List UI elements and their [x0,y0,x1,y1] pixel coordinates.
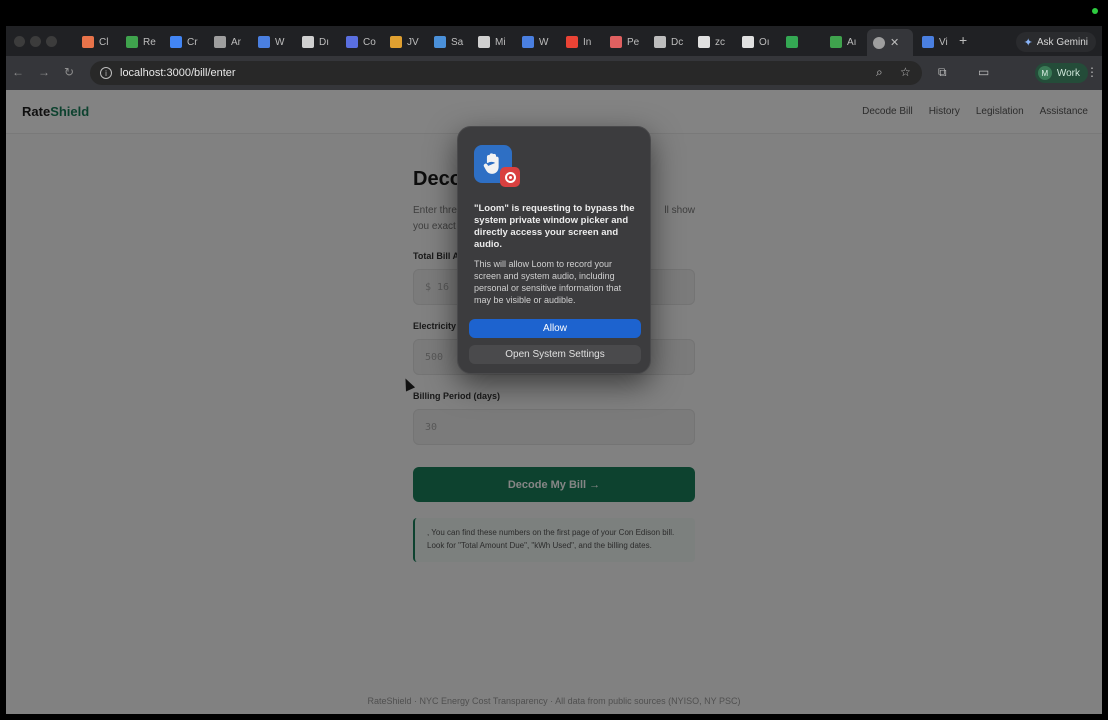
tab-label: Re [143,36,156,48]
browser-tab[interactable]: Co [340,31,376,53]
extensions-icon[interactable]: ⧉ [938,65,947,80]
browser-toolbar: ← → ↻ i localhost:3000/bill/enter ⌕ ☆ ⧉ … [6,56,1102,90]
tab-active[interactable]: ✕ [867,29,913,56]
tab-favicon-icon [610,36,622,48]
site-info-icon[interactable]: i [100,67,112,79]
zoom-icon[interactable]: ⌕ [876,65,883,80]
tab-favicon-icon [522,36,534,48]
tab-label: Pe [627,36,640,48]
bookmark-star-icon[interactable]: ☆ [900,65,911,79]
tab-label: Cr [187,36,198,48]
tab-favicon-icon [82,36,94,48]
browser-tab[interactable]: JV [384,31,419,53]
tab-strip: Cl Re Cr Ar W Dı Co JV Sa Mi W In Pe Dc zc Oı Aı Vi ✕ + ✦… [6,26,1102,56]
tab-label: Ar [231,36,241,48]
profile-button[interactable]: M Work [1034,63,1088,83]
browser-tab[interactable]: Vi [916,31,948,53]
browser-tab[interactable]: Cl [76,31,108,53]
browser-tab[interactable]: Aı [824,31,856,53]
tab-favicon-icon [786,36,798,48]
close-tab-icon[interactable]: ✕ [890,36,899,49]
tab-label: Sa [451,36,464,48]
allow-button[interactable]: Allow [469,319,641,338]
browser-tab[interactable]: zc [692,31,725,53]
browser-tab[interactable]: Dc [648,31,683,53]
ask-gemini-button[interactable]: ✦ Ask Gemini [1015,32,1096,52]
tab-label: In [583,36,592,48]
maximize-window-icon[interactable] [46,36,57,47]
ask-gemini-label: Ask Gemini [1036,36,1088,48]
browser-tab[interactable]: Cr [164,31,198,53]
browser-tab[interactable]: Mi [472,31,506,53]
minimize-window-icon[interactable] [30,36,41,47]
browser-tab[interactable]: Sa [428,31,463,53]
browser-chrome: Cl Re Cr Ar W Dı Co JV Sa Mi W In Pe Dc zc Oı Aı Vi ✕ + ✦… [6,26,1102,90]
browser-tab[interactable]: Oı [736,31,770,53]
tab-favicon-icon [478,36,490,48]
tab-favicon-icon [434,36,446,48]
reload-icon[interactable]: ↻ [64,65,74,79]
globe-icon [873,36,885,49]
profile-label: Work [1056,67,1080,79]
tab-favicon-icon [170,36,182,48]
browser-tab[interactable]: Re [120,31,156,53]
tab-label: Mi [495,36,506,48]
open-system-settings-button[interactable]: Open System Settings [469,345,641,364]
avatar: M [1037,66,1052,80]
tab-favicon-icon [830,36,842,48]
tab-label: Dı [319,36,329,48]
url-text: localhost:3000/bill/enter [120,67,236,79]
permission-dialog: "Loom" is requesting to bypass the syste… [457,126,651,374]
tab-label: zc [715,36,725,48]
gemini-sparkle-icon: ✦ [1023,36,1033,49]
new-tab-button[interactable]: + [959,32,967,48]
tab-favicon-icon [126,36,138,48]
browser-tab[interactable]: W [516,31,548,53]
dialog-body: This will allow Loom to record your scre… [474,259,622,305]
tab-label: Aı [847,36,857,48]
tab-label: W [539,36,549,48]
record-badge-icon [500,167,520,187]
forward-arrow-icon[interactable]: → [38,65,50,79]
tab-favicon-icon [742,36,754,48]
tab-favicon-icon [654,36,666,48]
tab-label: W [275,36,285,48]
menu-kebab-icon[interactable]: ⋮ [1086,65,1098,79]
browser-tab[interactable]: Dı [296,31,329,53]
recording-indicator-icon [1092,8,1098,14]
cast-icon[interactable]: ▭ [978,65,989,79]
browser-tab[interactable]: Pe [604,31,639,53]
tab-favicon-icon [214,36,226,48]
tab-label: JV [407,36,419,48]
tab-favicon-icon [566,36,578,48]
back-arrow-icon[interactable]: ← [12,65,24,79]
tab-label: Co [363,36,376,48]
tab-favicon-icon [302,36,314,48]
tab-label: Vi [939,36,948,48]
tab-label: Dc [671,36,684,48]
tab-favicon-icon [922,36,934,48]
record-ring-icon [504,171,516,183]
dialog-title: "Loom" is requesting to bypass the syste… [474,203,635,250]
browser-tab[interactable] [780,31,803,53]
browser-tab[interactable]: In [560,31,591,53]
browser-tab[interactable]: W [252,31,284,53]
tab-label: Oı [759,36,770,48]
close-window-icon[interactable] [14,36,25,47]
tab-label: Cl [99,36,109,48]
screen: Cl Re Cr Ar W Dı Co JV Sa Mi W In Pe Dc zc Oı Aı Vi ✕ + ✦… [0,0,1108,720]
tab-favicon-icon [698,36,710,48]
tab-favicon-icon [390,36,402,48]
browser-tab[interactable]: Ar [208,31,241,53]
tab-favicon-icon [258,36,270,48]
tab-favicon-icon [346,36,358,48]
address-bar[interactable]: i localhost:3000/bill/enter [90,61,922,85]
os-menu-bar [0,0,1108,26]
